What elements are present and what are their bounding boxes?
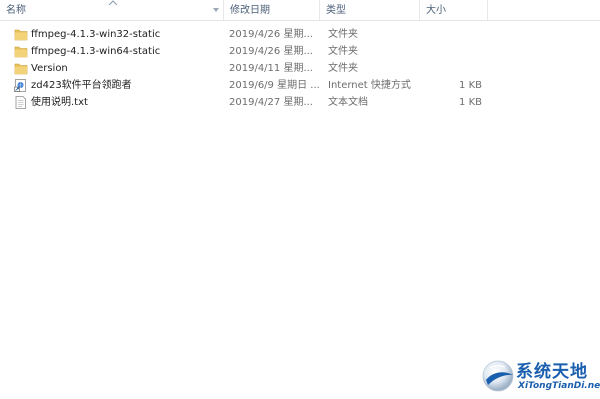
watermark-title: 系统天地 [516,362,588,382]
file-name: ffmpeg-4.1.3-win64-static [31,46,161,57]
folder-icon [14,63,28,75]
sort-ascending-icon [108,0,118,6]
column-header-size-label: 大小 [426,5,446,16]
column-header-bar: 名称 修改日期 类型 大小 [0,0,600,21]
file-row[interactable]: zd423软件平台领跑者 2019/6/9 星期日 ... Internet 快… [0,77,600,94]
file-type: 文件夹 [328,63,358,74]
file-row[interactable]: Version 2019/4/11 星期... 文件夹 [0,60,600,77]
folder-icon [14,46,28,58]
file-list: ffmpeg-4.1.3-win32-static 2019/4/26 星期..… [0,26,600,111]
file-size [420,43,482,60]
internet-shortcut-icon [14,79,26,92]
watermark-url: XiTongTianDi.net [518,381,600,391]
folder-icon [14,29,28,41]
file-size: 1 KB [459,97,482,108]
column-header-type[interactable]: 类型 [320,0,420,20]
globe-logo-icon [482,360,514,392]
file-type: 文件夹 [328,46,358,57]
file-size [420,60,482,77]
site-watermark: 系统天地 XiTongTianDi.net [480,356,600,396]
column-header-name-label: 名称 [6,5,26,16]
column-header-size[interactable]: 大小 [420,0,488,20]
chevron-down-icon[interactable] [212,6,220,14]
file-row[interactable]: ffmpeg-4.1.3-win32-static 2019/4/26 星期..… [0,26,600,43]
file-type: Internet 快捷方式 [328,80,411,91]
file-name: Version [31,63,68,74]
column-header-type-label: 类型 [326,5,346,16]
file-date: 2019/4/26 星期... [229,46,313,57]
file-row[interactable]: ffmpeg-4.1.3-win64-static 2019/4/26 星期..… [0,43,600,60]
file-size [420,26,482,43]
file-row[interactable]: 使用说明.txt 2019/4/27 星期... 文本文档 1 KB [0,94,600,111]
text-file-icon [15,96,26,109]
column-header-date-label: 修改日期 [230,5,270,16]
file-name: 使用说明.txt [31,97,88,108]
file-date: 2019/4/27 星期... [229,97,313,108]
file-date: 2019/6/9 星期日 ... [229,80,320,91]
file-size: 1 KB [459,80,482,91]
file-name: ffmpeg-4.1.3-win32-static [31,29,161,40]
file-type: 文本文档 [328,97,368,108]
file-type: 文件夹 [328,29,358,40]
file-date: 2019/4/26 星期... [229,29,313,40]
file-name: zd423软件平台领跑者 [31,80,132,91]
column-header-date[interactable]: 修改日期 [224,0,320,20]
file-date: 2019/4/11 星期... [229,63,313,74]
